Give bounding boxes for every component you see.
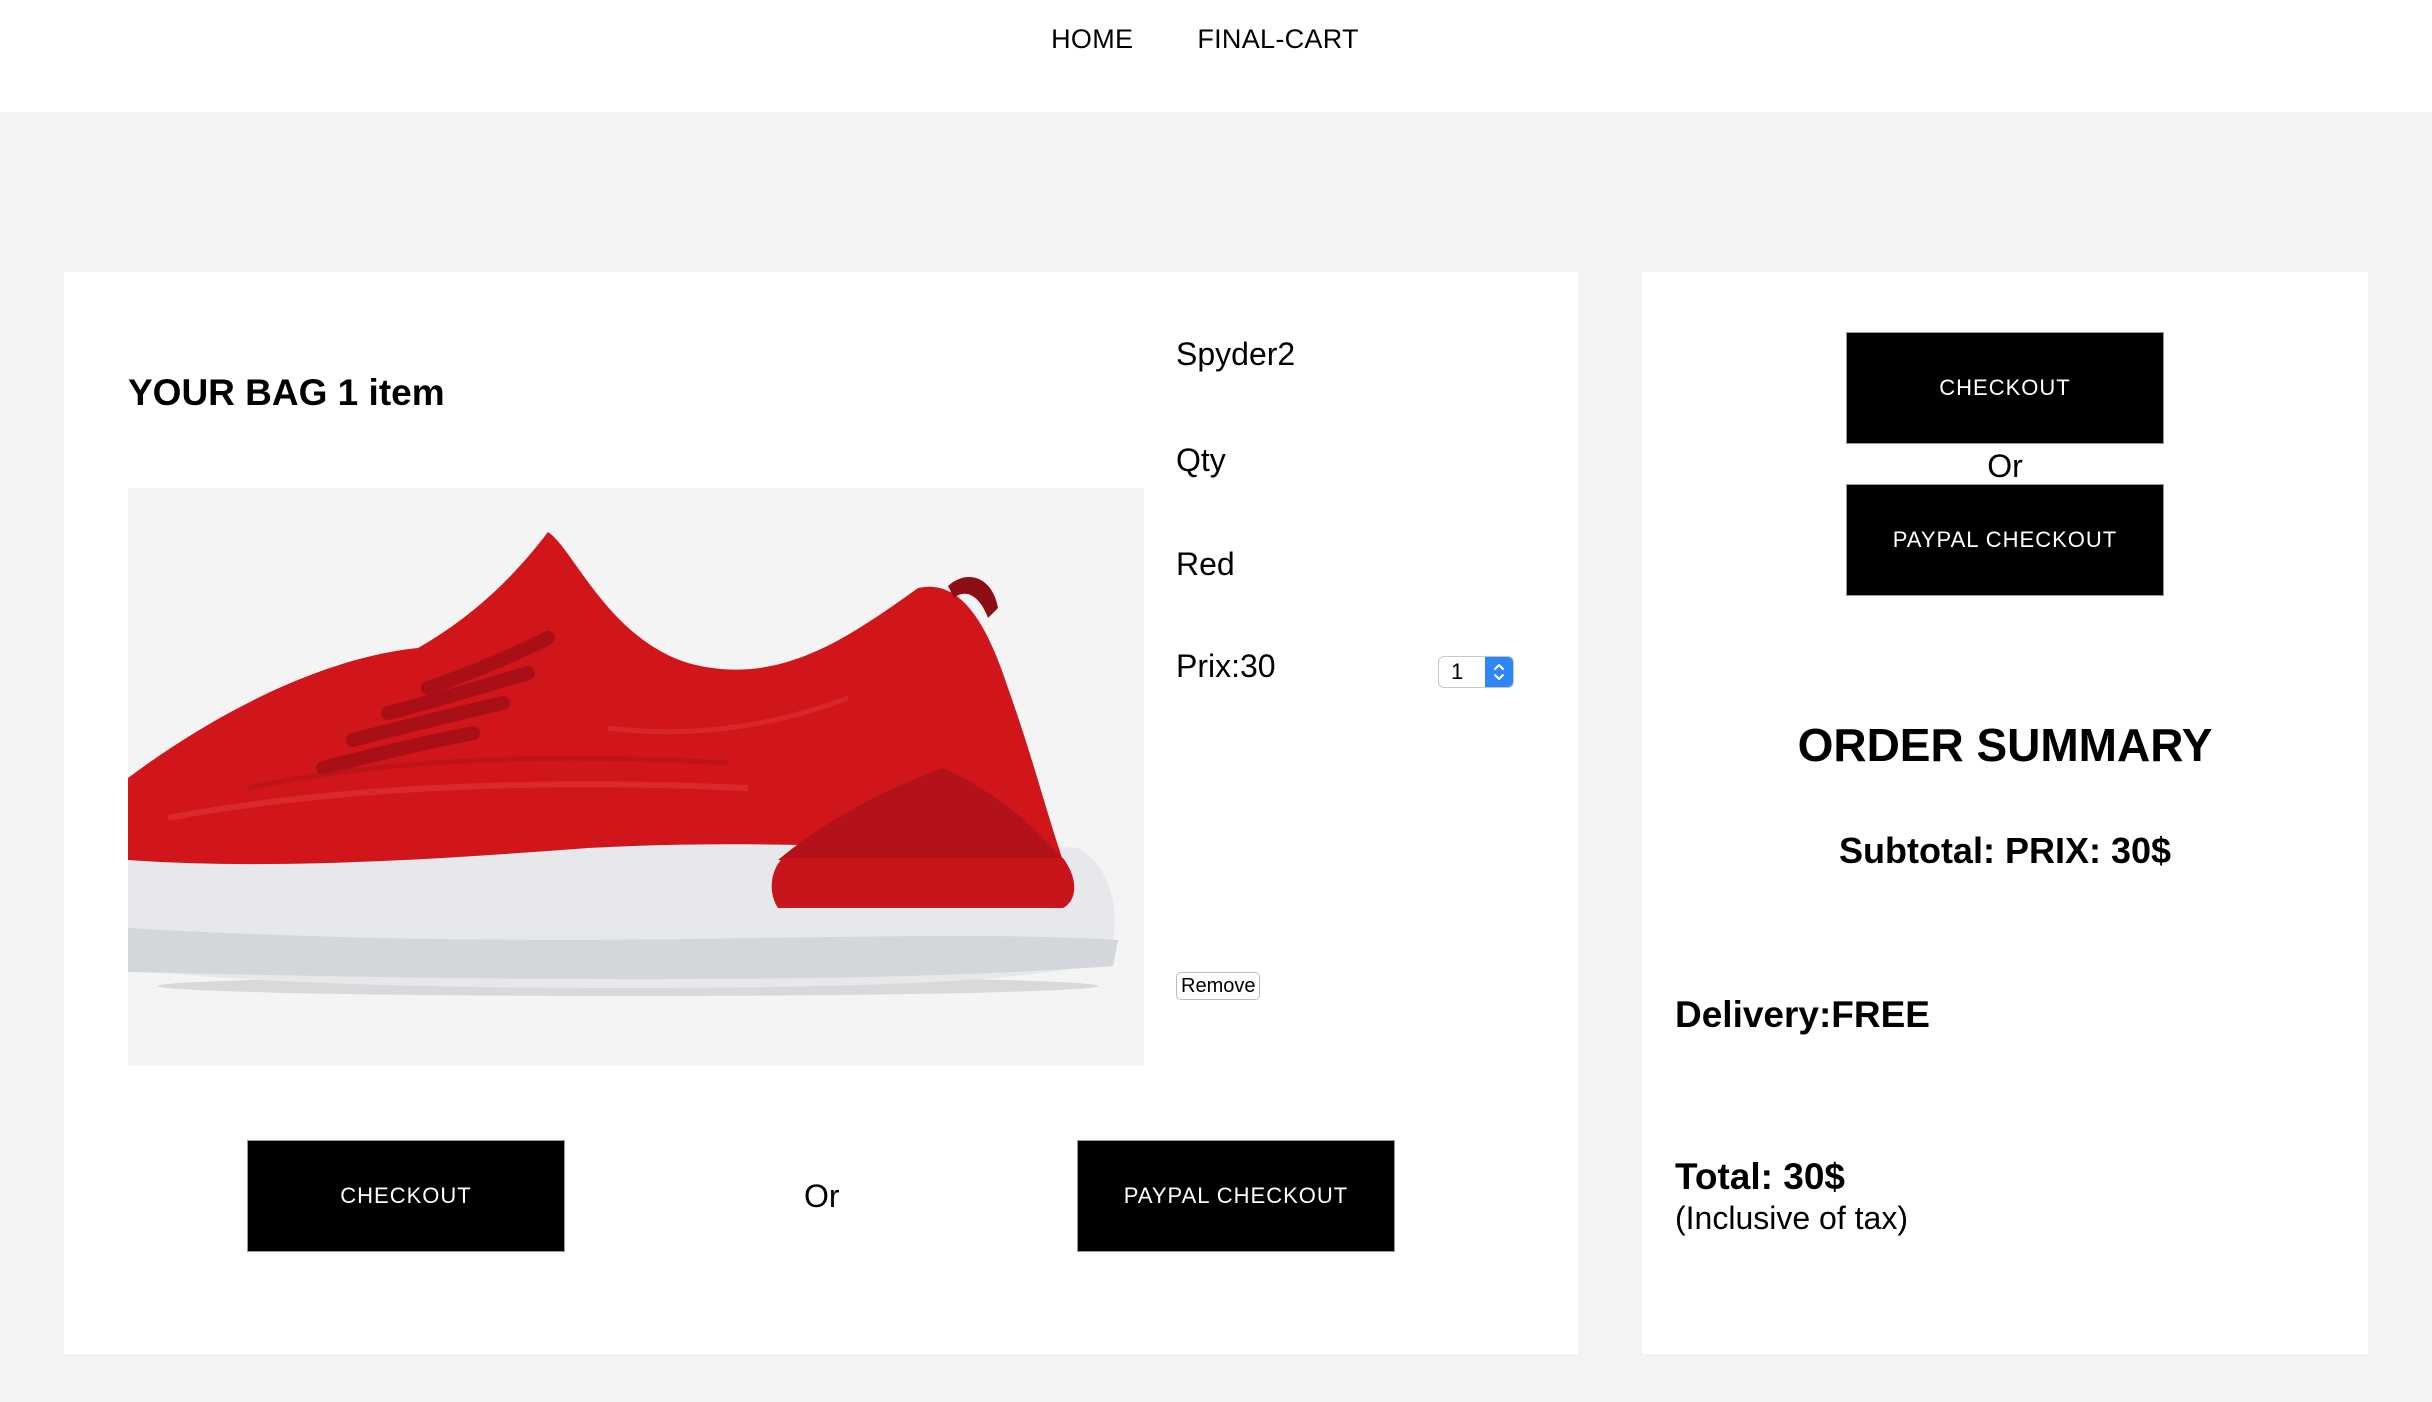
tax-note: (Inclusive of tax) [1675,1200,1908,1236]
order-summary-title: ORDER SUMMARY [1797,719,2213,771]
nav-links: HOME FINAL-CART [1051,24,1359,55]
product-price: Prix:30 [1176,648,1276,684]
quantity-value: 1 [1451,659,1464,684]
paypal-checkout-button[interactable]: PAYPAL CHECKOUT [1077,1140,1395,1252]
nav-final-cart-link[interactable]: FINAL-CART [1197,24,1359,55]
total-text: Total: 30$ [1675,1156,1845,1197]
sneaker-illustration [128,488,1144,1066]
bag-panel: YOUR BAG 1 item Spyder2 Qty 1 Red Prix:3… [64,272,1578,1354]
subtotal-text: Subtotal: PRIX: 30$ [1838,830,2172,871]
up-down-chevron-icon [1485,657,1513,687]
product-image [128,488,1144,1066]
nav-home-link[interactable]: HOME [1051,24,1133,55]
order-summary-panel: CHECKOUT Or PAYPAL CHECKOUT ORDER SUMMAR… [1642,272,2368,1354]
checkout-button[interactable]: CHECKOUT [247,1140,565,1252]
bag-title: YOUR BAG 1 item [128,372,445,413]
delivery-text: Delivery:FREE [1675,994,1930,1035]
remove-button[interactable]: Remove [1176,972,1261,1000]
summary-paypal-checkout-button[interactable]: PAYPAL CHECKOUT [1846,484,2164,596]
product-color: Red [1176,546,1235,582]
top-navigation: HOME FINAL-CART [0,0,2432,112]
quantity-select[interactable]: 1 [1438,656,1514,688]
summary-checkout-button[interactable]: CHECKOUT [1846,332,2164,444]
summary-or-separator: Or [1987,448,2023,484]
product-name: Spyder2 [1176,336,1296,372]
or-separator: Or [804,1178,840,1214]
qty-label: Qty [1176,442,1226,478]
